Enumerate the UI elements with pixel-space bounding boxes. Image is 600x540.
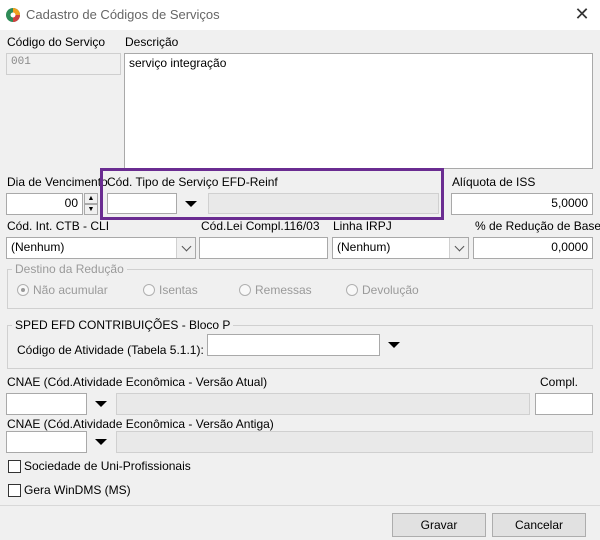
codigo-label: Código do Serviço [7, 35, 106, 49]
app-logo-icon [6, 8, 20, 22]
radio-remessas[interactable] [239, 284, 251, 296]
chevron-down-icon [454, 241, 464, 251]
vencimento-field[interactable]: 00 [6, 193, 83, 215]
atividade-input[interactable] [207, 334, 380, 356]
cnae-atual-input[interactable] [6, 393, 87, 415]
spin-down-icon[interactable]: ▼ [84, 204, 98, 215]
irpj-dropdown-button[interactable] [449, 238, 468, 258]
spin-up-icon[interactable]: ▲ [84, 193, 98, 204]
reducao-label: % de Redução de Base [475, 219, 600, 233]
cnae-antiga-dropdown-button[interactable] [88, 431, 113, 453]
uni-prof-label: Sociedade de Uni-Profissionais [24, 459, 191, 473]
cnae-atual-description [116, 393, 530, 415]
chevron-down-icon [181, 241, 191, 251]
reducao-field[interactable]: 0,0000 [473, 237, 593, 259]
descricao-textarea[interactable]: serviço integração [124, 53, 593, 169]
footer-divider [0, 505, 600, 506]
radio-isentas[interactable] [143, 284, 155, 296]
cnae-antiga-label: CNAE (Cód.Atividade Econômica - Versão A… [7, 417, 274, 431]
radio-isentas-label: Isentas [159, 283, 198, 297]
sped-legend: SPED EFD CONTRIBUIÇÕES - Bloco P [12, 318, 234, 332]
cnae-antiga-input[interactable] [6, 431, 87, 453]
ctb-select[interactable]: (Nenhum) [6, 237, 196, 259]
codigo-field[interactable]: 001 [6, 53, 121, 75]
radio-nao-acumular[interactable] [17, 284, 29, 296]
atividade-dropdown-button[interactable] [381, 334, 406, 356]
radio-devolucao-label: Devolução [362, 283, 419, 297]
descricao-label: Descrição [125, 35, 179, 49]
ctb-label: Cód. Int. CTB - CLI [7, 219, 110, 233]
uni-prof-checkbox[interactable] [8, 460, 21, 473]
cnae-antiga-description [116, 431, 593, 453]
radio-nao-acumular-label: Não acumular [33, 283, 108, 297]
cancelar-button[interactable]: Cancelar [492, 513, 586, 537]
windms-checkbox[interactable] [8, 484, 21, 497]
iss-field[interactable]: 5,0000 [451, 193, 593, 215]
radio-remessas-label: Remessas [255, 283, 312, 297]
windms-label: Gera WinDMS (MS) [24, 483, 131, 497]
ctb-dropdown-button[interactable] [176, 238, 195, 258]
triangle-down-icon [387, 342, 400, 348]
efd-reinf-dropdown-button[interactable] [177, 193, 204, 214]
efd-reinf-label: Cód. Tipo de Serviço EFD-Reinf [107, 175, 278, 189]
gravar-button[interactable]: Gravar [392, 513, 486, 537]
iss-label: Alíquota de ISS [452, 175, 536, 189]
cnae-atual-label: CNAE (Cód.Atividade Econômica - Versão A… [7, 375, 268, 389]
lei-label: Cód.Lei Compl.116/03 [201, 219, 320, 233]
destino-legend: Destino da Redução [12, 262, 127, 276]
radio-devolucao[interactable] [346, 284, 358, 296]
compl-label: Compl. [540, 375, 579, 389]
cnae-atual-dropdown-button[interactable] [88, 393, 113, 415]
vencimento-label: Dia de Vencimento [7, 175, 108, 189]
triangle-down-icon [184, 200, 197, 207]
window-title: Cadastro de Códigos de Serviços [26, 7, 220, 22]
atividade-label: Código de Atividade (Tabela 5.1.1): [17, 343, 204, 357]
triangle-down-icon [94, 401, 107, 407]
close-icon[interactable]: ✕ [572, 4, 592, 24]
irpj-label: Linha IRPJ [333, 219, 392, 233]
lei-field[interactable] [199, 237, 328, 259]
triangle-down-icon [94, 439, 107, 445]
compl-field[interactable] [535, 393, 593, 415]
efd-reinf-input[interactable] [107, 193, 177, 214]
efd-reinf-description [208, 193, 439, 214]
